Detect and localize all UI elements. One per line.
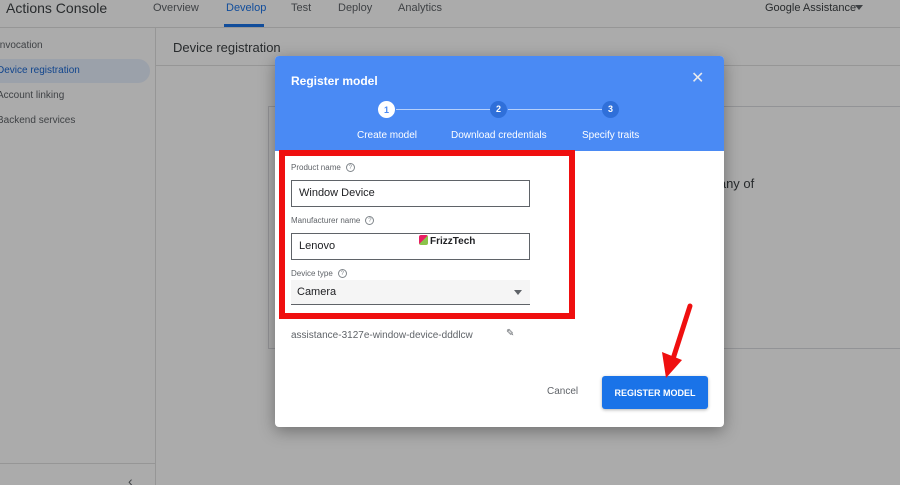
register-model-button[interactable]: REGISTER MODEL <box>602 376 708 409</box>
step-3-label: Specify traits <box>582 130 640 141</box>
step-1-indicator: 1 <box>378 101 395 118</box>
step-2-label: Download credentials <box>451 130 547 141</box>
red-arrow-icon <box>662 303 693 378</box>
dialog-title: Register model <box>291 74 378 88</box>
stepper-connector <box>396 109 492 110</box>
step-2-indicator: 2 <box>490 101 507 118</box>
highlight-box <box>279 150 575 319</box>
dialog-header: Register model ✕ 1 2 3 Create model Down… <box>275 56 724 151</box>
close-icon[interactable]: ✕ <box>691 71 704 87</box>
step-3-indicator: 3 <box>602 101 619 118</box>
model-id: assistance-3127e-window-device-dddlcw <box>291 330 473 341</box>
stepper-connector <box>508 109 602 110</box>
pencil-icon[interactable]: ✎ <box>506 328 514 339</box>
step-1-label: Create model <box>357 130 418 141</box>
cancel-button[interactable]: Cancel <box>547 386 578 397</box>
